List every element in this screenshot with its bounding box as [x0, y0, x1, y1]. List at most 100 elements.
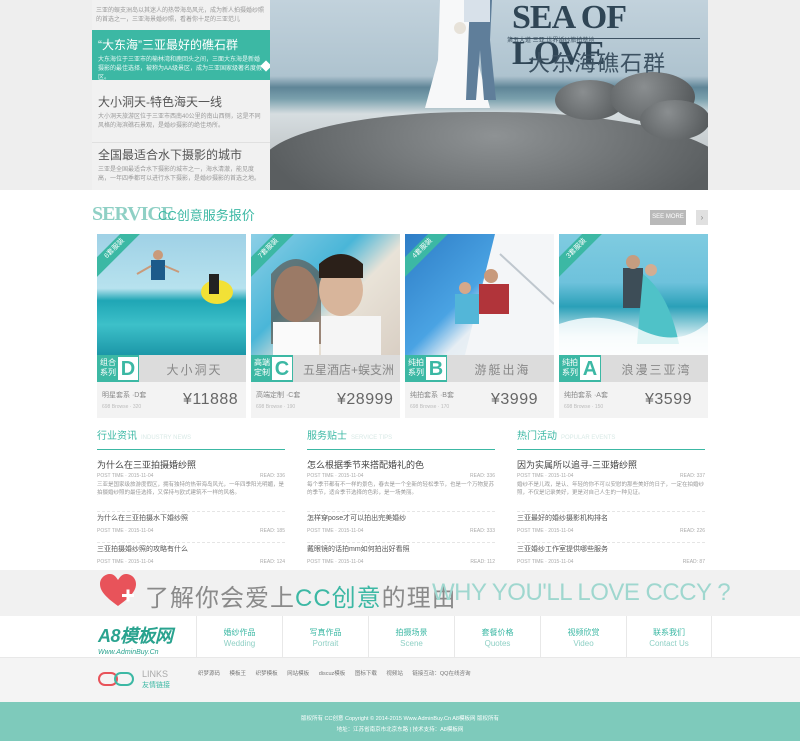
- article-meta: POST TIME · 2015-11-04 READ: 337: [517, 473, 705, 479]
- nav-item-contact[interactable]: 联系我们 Contact Us: [626, 616, 712, 658]
- friend-links: LINKS 友情链接 织梦源码 模板王 织梦模板 网站模板 discuz模板 图…: [0, 658, 800, 702]
- friend-link[interactable]: 网站模板: [287, 671, 309, 677]
- list-item-time: POST TIME · 2015-11-04: [517, 528, 574, 534]
- bottom-nav: A8模板网 Www.AdminBuy.Cn 婚纱作品 Wedding 写真作品 Po…: [0, 616, 800, 658]
- nav-item-cn: 拍摄场景: [395, 628, 428, 637]
- series-small: 纯拍系列: [562, 358, 578, 377]
- series-letter: D: [118, 357, 138, 380]
- column-title-en: POPULAR EVENTS: [561, 435, 616, 441]
- card-browse: 698 Browse · 150: [564, 404, 604, 410]
- column-header: 行业资讯 INDUSTRY NEWS: [97, 430, 285, 450]
- card-price: ¥28999: [337, 391, 394, 408]
- site-logo[interactable]: A8模板网 Www.AdminBuy.Cn: [98, 622, 173, 656]
- nav-item-wedding[interactable]: 婚纱作品 Wedding: [196, 616, 282, 658]
- article-title[interactable]: 因为实属所以追寻-三亚婚纱照: [517, 459, 705, 471]
- article-excerpt: 每个季节都有不一样的景色，春去是一个全新的轻松季节，也是一个万物复苏的季节，适合…: [307, 482, 495, 496]
- friend-link[interactable]: 视频站: [386, 671, 403, 677]
- card-browse: 698 Browse · 190: [256, 404, 296, 410]
- list-item[interactable]: 戴眼镜的话拍mm如何拍出好看照 POST TIME · 2015-11-04 REA…: [307, 542, 495, 567]
- nav-item-en: Portrait: [312, 639, 339, 648]
- chevron-right-icon[interactable]: ›: [696, 210, 708, 225]
- footer-address: 地址：江苏省南京市北京东路 | 技术支持：A8模板网: [336, 727, 464, 733]
- series-letter: C: [272, 357, 292, 380]
- logo-url: Www.AdminBuy.Cn: [98, 649, 159, 656]
- friend-link[interactable]: 模板王: [230, 671, 247, 677]
- list-item[interactable]: 三亚最好的婚纱摄影机构排名 POST TIME · 2015-11-04 READ:…: [517, 511, 705, 536]
- service-card-c[interactable]: 7套服装 高端定制 C 五星酒店+蜈支洲 高端定制 ·C套 698 Browse…: [251, 234, 400, 418]
- card-package-name: 五星酒店+蜈支洲: [302, 363, 394, 377]
- links-label-en: LINKS: [142, 669, 169, 679]
- nav-item-en: Wedding: [223, 639, 256, 648]
- news-item-title: “大东海”三亚最好的礁石群: [98, 38, 238, 52]
- list-item-read: READ: 185: [259, 528, 285, 534]
- news-item-desc: 三亚是全国最适合水下摄影的城市之一，海水清澈，能见度高，一年四季都可以进行水下摄…: [98, 167, 261, 182]
- series-letter: A: [580, 357, 600, 380]
- article-title[interactable]: 怎么根据季节来搭配婚礼的色: [307, 459, 495, 471]
- card-price: ¥3999: [491, 391, 538, 408]
- slogan-part1: 了解你会爱上: [145, 585, 295, 612]
- link-chain-icon: [98, 672, 134, 686]
- list-item-meta: POST TIME · 2015-11-04 READ: 333: [307, 526, 495, 536]
- nav-item-cn: 视频欣赏: [567, 628, 600, 637]
- friend-link[interactable]: 图标下载: [355, 671, 377, 677]
- card-package-name: 大小洞天: [166, 363, 223, 377]
- friend-link[interactable]: 织梦模板: [256, 671, 278, 677]
- card-browse: 698 Browse · 320: [102, 404, 142, 410]
- service-card-a[interactable]: 3套服装 纯拍系列 A 浪漫三亚湾 纯拍套系 ·A套 698 Browse · …: [559, 234, 708, 418]
- links-label-cn: 友情链接: [142, 682, 170, 689]
- list-item-meta: POST TIME · 2015-11-04 READ: 185: [97, 526, 285, 536]
- card-sub: 纯拍套系 ·B套: [410, 392, 454, 399]
- list-item-read: READ: 124: [259, 559, 285, 565]
- list-item-meta: POST TIME · 2015-11-04 READ: 124: [97, 557, 285, 567]
- hero-subtitle: 第五大道 三亚 世界婚纱旅拍基地: [507, 38, 595, 44]
- top-zone: 三亚的蜈支洲岛以其迷人的热带海岛风光，成为新人拍摄婚纱照的首选之一，三亚海景婚纱…: [0, 0, 800, 190]
- card-package-name: 浪漫三亚湾: [621, 363, 692, 377]
- series-badge: 纯拍系列 A: [559, 355, 601, 382]
- card-sub: 明星套系 ·D套: [102, 392, 147, 399]
- article-title[interactable]: 为什么在三亚拍摄婚纱照: [97, 459, 285, 471]
- hero-banner[interactable]: SEA OF LOVE 第五大道 三亚 世界婚纱旅拍基地 大东海礁石群: [270, 0, 708, 190]
- list-item[interactable]: 怎样穿pose才可以拍出完美婚纱 POST TIME · 2015-11-04 RE…: [307, 511, 495, 536]
- card-sub: 纯拍套系 ·A套: [564, 392, 608, 399]
- article-time: POST TIME · 2015-11-04: [307, 473, 364, 479]
- article-read: READ: 337: [679, 473, 705, 479]
- list-item[interactable]: 为什么在三亚拍摄水下婚纱照 POST TIME · 2015-11-04 READ:…: [97, 511, 285, 536]
- news-item-2-active[interactable]: “大东海”三亚最好的礁石群 大东海位于三亚市的榆林湾和鹿回头之间，三面大东海是新…: [92, 30, 270, 80]
- series-letter: B: [426, 357, 446, 380]
- nav-item-cn: 婚纱作品: [223, 628, 256, 637]
- article-meta: POST TIME · 2015-11-04 READ: 336: [97, 473, 285, 479]
- series-badge: 高端定制 C: [251, 355, 293, 382]
- friend-link[interactable]: 链接互动：QQ在线咨询: [412, 671, 470, 677]
- list-item[interactable]: 三亚婚纱工作室提供哪些服务 POST TIME · 2015-11-04 READ:…: [517, 542, 705, 567]
- news-item-title: 大小洞天-特色海天一线: [98, 95, 222, 109]
- card-price: ¥3599: [645, 391, 692, 408]
- column-title-en: SERVICE TIPS: [351, 435, 393, 441]
- see-more-button[interactable]: SEE MORE: [650, 210, 686, 225]
- news-item-4[interactable]: 全国最适合水下摄影的城市 三亚是全国最适合水下摄影的城市之一，海水清澈，能见度高…: [92, 142, 270, 190]
- footer-copyright: 版权所有 CC创意 Copyright © 2014-2015 Www.Admi…: [300, 716, 500, 722]
- slogan-brand: CC创意: [295, 585, 382, 612]
- slogan-text-en: WHY YOU'LL LOVE CCCY ?: [432, 579, 731, 606]
- list-item-meta: POST TIME · 2015-11-04 READ: 226: [517, 526, 705, 536]
- nav-item-video[interactable]: 视频欣赏 Video: [540, 616, 626, 658]
- list-item-title: 戴眼镜的话拍mm如何拍出好看照: [307, 546, 410, 553]
- news-item-title: 全国最适合水下摄影的城市: [98, 148, 243, 162]
- service-card-d[interactable]: 6套服装 组合系列 D 大小洞天 明星套系 ·D套 698 Browse · 3…: [97, 234, 246, 418]
- friend-link[interactable]: 织梦源码: [198, 671, 220, 677]
- news-item-3[interactable]: 大小洞天-特色海天一线 大小洞天旅游区位于三亚市西南40公里的南山西侧，这是不同…: [92, 88, 270, 136]
- news-item-1[interactable]: 三亚的蜈支洲岛以其迷人的热带海岛风光，成为新人拍摄婚纱照的首选之一，三亚海景婚纱…: [92, 0, 270, 28]
- friend-link[interactable]: discuz模板: [319, 671, 346, 677]
- nav-item-scene[interactable]: 拍摄场景 Scene: [368, 616, 454, 658]
- service-card-b[interactable]: 4套服装 纯拍系列 B 游艇出海 纯拍套系 ·B套 698 Browse · 1…: [405, 234, 554, 418]
- nav-item-portrait[interactable]: 写真作品 Portrait: [282, 616, 368, 658]
- list-item-time: POST TIME · 2015-11-04: [97, 559, 154, 565]
- series-small: 纯拍系列: [408, 358, 424, 377]
- nav-item-en: Scene: [400, 639, 423, 648]
- news-item-desc: 大小洞天旅游区位于三亚市西南40公里的南山西侧，这是不同风格的海滨礁石景观，是婚…: [98, 114, 261, 129]
- column-industry-news: 行业资讯 INDUSTRY NEWS 为什么在三亚拍摄婚纱照 POST TIME …: [97, 430, 285, 567]
- list-item-read: READ: 87: [682, 559, 705, 565]
- series-small: 高端定制: [254, 358, 270, 377]
- couple-illustration: [425, 0, 496, 108]
- list-item[interactable]: 三亚拍摄婚纱照的攻略有什么 POST TIME · 2015-11-04 READ:…: [97, 542, 285, 567]
- nav-item-quotes[interactable]: 套餐价格 Quotes: [454, 616, 540, 658]
